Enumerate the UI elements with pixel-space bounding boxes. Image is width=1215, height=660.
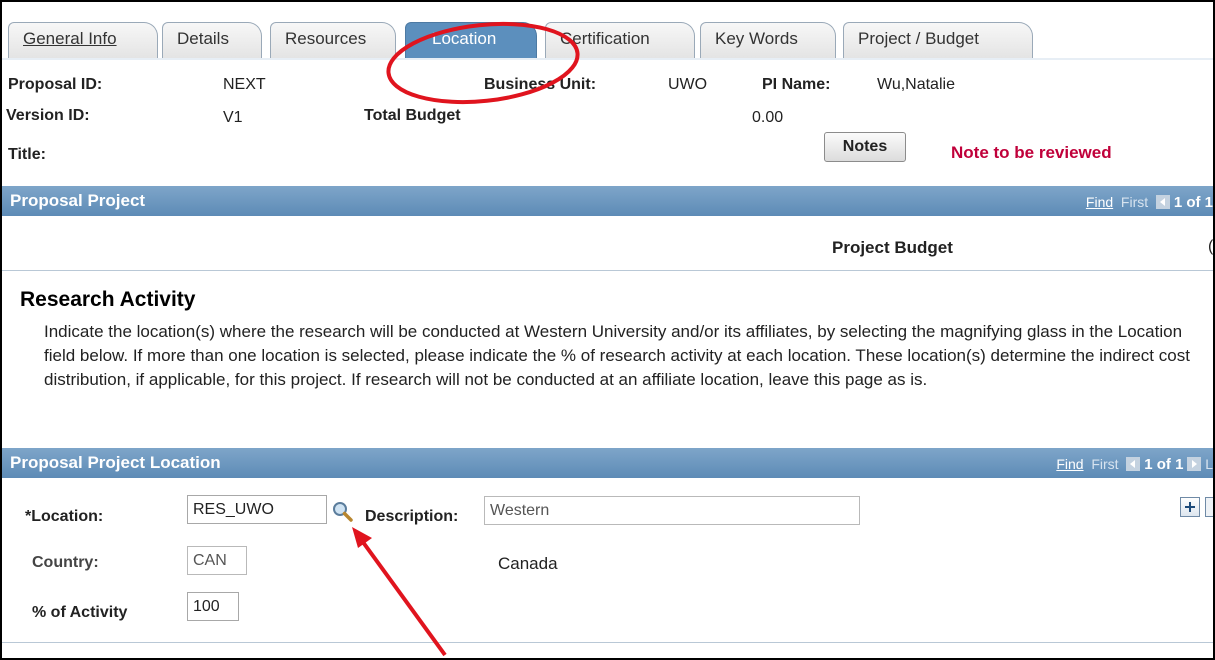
tab-label: Location [432, 29, 497, 48]
business-unit-label: Business Unit: [484, 76, 597, 93]
notes-button[interactable]: Notes [824, 132, 906, 162]
last-link: L [1205, 456, 1213, 472]
add-row-icon[interactable] [1180, 497, 1200, 517]
row-navigator: Find First 1 of 1 [1086, 194, 1213, 211]
version-id-value: V1 [223, 109, 243, 126]
delete-row-icon-clipped[interactable] [1205, 497, 1213, 517]
section-title: Proposal Project Location [10, 453, 221, 472]
row-navigator: Find First 1 of 1 L [1056, 456, 1213, 473]
research-activity-heading: Research Activity [20, 288, 196, 311]
previous-arrow-icon [1126, 457, 1141, 471]
tab-label: Key Words [715, 29, 798, 48]
tab-project-budget[interactable]: Project / Budget [843, 22, 1033, 58]
activity-percent-input[interactable] [187, 592, 239, 621]
first-link: First [1091, 456, 1119, 472]
find-link[interactable]: Find [1086, 194, 1113, 210]
research-activity-instructions: Indicate the location(s) where the resea… [44, 322, 1190, 389]
row-count: 1 of 1 [1173, 194, 1213, 211]
title-label: Title: [8, 146, 46, 163]
project-budget-label: Project Budget [832, 238, 953, 257]
tab-general-info[interactable]: General Info [8, 22, 158, 58]
business-unit-value: UWO [668, 76, 708, 93]
description-label: Description: [365, 508, 459, 525]
proposal-id-label: Proposal ID: [8, 76, 103, 93]
tab-certification[interactable]: Certification [545, 22, 695, 58]
row-count: 1 of 1 [1144, 456, 1184, 473]
country-code-field [187, 546, 247, 575]
proposal-project-location-bar: Proposal Project Location Find First 1 o… [2, 448, 1213, 478]
tab-details[interactable]: Details [162, 22, 262, 58]
tab-label: Resources [285, 29, 367, 48]
tab-location[interactable]: Location [405, 22, 537, 58]
find-link[interactable]: Find [1056, 456, 1083, 472]
total-budget-value: 0.00 [752, 109, 784, 126]
version-id-label: Version ID: [6, 107, 90, 124]
tab-label: Certification [560, 29, 650, 48]
divider [2, 270, 1213, 271]
section-title: Proposal Project [10, 191, 146, 210]
proposal-project-bar: Proposal Project Find First 1 of 1 [2, 186, 1213, 216]
country-label: Country: [32, 554, 99, 571]
tab-label: General Info [23, 29, 117, 48]
tab-key-words[interactable]: Key Words [700, 22, 836, 58]
magnifying-glass-icon[interactable] [331, 500, 353, 522]
description-field [484, 496, 860, 525]
tab-underline [2, 58, 1213, 60]
first-link: First [1120, 194, 1149, 210]
location-label: *Location: [25, 508, 104, 525]
country-name: Canada [498, 554, 558, 573]
note-status: Note to be reviewed [951, 143, 1112, 162]
pi-name-value: Wu,Natalie [877, 76, 955, 93]
activity-label: % of Activity [32, 604, 128, 621]
location-input[interactable] [187, 495, 327, 524]
pi-name-label: PI Name: [762, 76, 831, 93]
proposal-id-value: NEXT [223, 76, 266, 93]
project-budget-value-clipped: ( [1208, 238, 1214, 255]
total-budget-label: Total Budget [364, 107, 461, 124]
tab-label: Project / Budget [858, 29, 979, 48]
tab-label: Details [177, 29, 229, 48]
next-arrow-icon[interactable] [1187, 457, 1202, 471]
divider [2, 642, 1213, 643]
tab-resources[interactable]: Resources [270, 22, 396, 58]
previous-arrow-icon [1155, 195, 1170, 209]
